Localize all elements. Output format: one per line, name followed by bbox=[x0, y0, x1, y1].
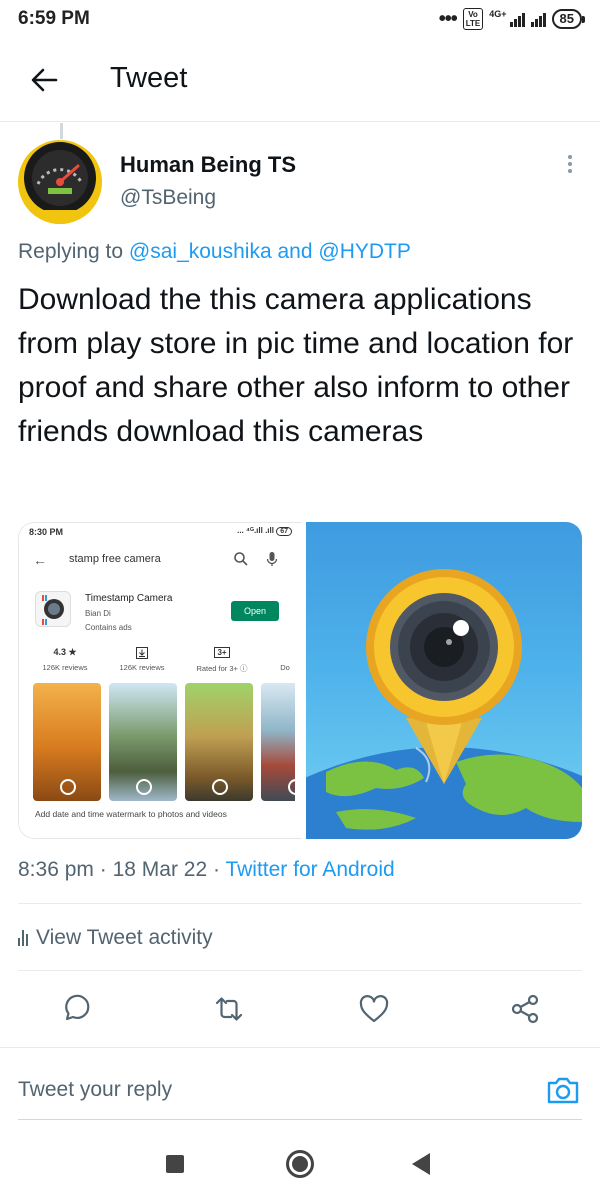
tweet-media[interactable]: 8:30 PM ... ⁴ᴳ.ıll .ıll 67 ← stamp free … bbox=[18, 522, 582, 839]
media-image-location-camera-logo[interactable] bbox=[296, 522, 582, 839]
embedded-status-time: 8:30 PM bbox=[29, 527, 64, 537]
meta-separator-2: · bbox=[212, 858, 220, 881]
avatar[interactable] bbox=[18, 140, 102, 224]
home-icon[interactable] bbox=[286, 1150, 314, 1178]
embedded-app-icon bbox=[35, 591, 71, 627]
reply-input[interactable]: Tweet your reply bbox=[18, 1078, 172, 1102]
recent-apps-icon[interactable] bbox=[166, 1155, 184, 1173]
embedded-reviews-stat: 126K reviews bbox=[107, 647, 177, 672]
embedded-shot-3 bbox=[185, 683, 253, 801]
embedded-caption: Add date and time watermark to photos an… bbox=[35, 809, 227, 819]
mention-link-2[interactable]: @HYDTP bbox=[318, 240, 411, 263]
tweet-source-link[interactable]: Twitter for Android bbox=[225, 858, 394, 881]
network-type-label: 4G+ bbox=[489, 9, 507, 19]
volte-icon: Vo LTE bbox=[462, 8, 484, 30]
status-bar: 6:59 PM ••• Vo LTE 4G+ 85 bbox=[0, 0, 600, 38]
divider bbox=[18, 970, 582, 971]
system-navigation-bar bbox=[0, 1128, 600, 1200]
system-icons: ••• Vo LTE 4G+ 85 bbox=[438, 6, 586, 32]
embedded-shot-1 bbox=[33, 683, 101, 801]
battery-icon: 85 bbox=[551, 9, 586, 29]
view-tweet-activity[interactable]: View Tweet activity bbox=[18, 923, 213, 953]
analytics-icon bbox=[18, 930, 28, 946]
embedded-open-button: Open bbox=[231, 601, 279, 621]
embedded-developer: Bian Di bbox=[85, 609, 111, 618]
arrow-left-icon[interactable] bbox=[26, 62, 62, 98]
reply-icon[interactable] bbox=[58, 992, 92, 1026]
tweet-meta: 8:36 pm · 18 Mar 22 · Twitter for Androi… bbox=[18, 858, 395, 882]
embedded-shot-4 bbox=[261, 683, 295, 801]
author-name[interactable]: Human Being TS bbox=[120, 152, 296, 178]
more-options-icon[interactable] bbox=[560, 152, 580, 182]
location-camera-globe-icon bbox=[296, 569, 582, 839]
page-title: Tweet bbox=[110, 62, 188, 94]
tweet-time: 8:36 pm bbox=[18, 858, 94, 881]
embedded-contains-ads: Contains ads bbox=[85, 623, 132, 632]
view-activity-label: View Tweet activity bbox=[36, 926, 213, 949]
embedded-status-icons: ... ⁴ᴳ.ıll .ıll 67 bbox=[237, 526, 292, 536]
embedded-rating-stat: 4.3 ★ 126K reviews bbox=[42, 647, 88, 672]
status-time: 6:59 PM bbox=[18, 8, 90, 29]
camera-icon[interactable] bbox=[546, 1074, 580, 1106]
embedded-back-icon: ← bbox=[33, 552, 47, 568]
replying-to: Replying to @sai_koushika and @HYDTP bbox=[18, 240, 411, 264]
embedded-search-icon bbox=[234, 552, 248, 566]
signal-icon-2 bbox=[530, 11, 546, 27]
thread-connector bbox=[60, 123, 63, 139]
embedded-extra-stat: Do bbox=[280, 663, 290, 672]
divider bbox=[18, 903, 582, 904]
retweet-icon[interactable] bbox=[212, 992, 246, 1026]
tweet-date: 18 Mar 22 bbox=[112, 858, 208, 881]
like-heart-icon[interactable] bbox=[357, 992, 391, 1026]
reply-composer: Tweet your reply bbox=[0, 1047, 600, 1127]
mention-link-1[interactable]: @sai_koushika bbox=[129, 240, 272, 263]
media-image-playstore-screenshot[interactable]: 8:30 PM ... ⁴ᴳ.ıll .ıll 67 ← stamp free … bbox=[18, 522, 302, 839]
speedometer-avatar-icon bbox=[18, 140, 102, 224]
mention-joiner: and bbox=[277, 240, 313, 263]
signal-icon bbox=[509, 11, 525, 27]
embedded-shot-2 bbox=[109, 683, 177, 801]
embedded-search-query: stamp free camera bbox=[69, 553, 161, 565]
replying-prefix: Replying to bbox=[18, 240, 124, 263]
nav-back-icon[interactable] bbox=[412, 1153, 430, 1175]
embedded-mic-icon bbox=[266, 552, 278, 566]
tweet-text: Download the this camera applications fr… bbox=[18, 283, 574, 448]
share-icon[interactable] bbox=[508, 992, 542, 1026]
meta-separator-1: · bbox=[99, 858, 107, 881]
top-app-bar: Tweet bbox=[0, 40, 600, 122]
tweet-actions bbox=[0, 986, 600, 1032]
embedded-screenshots-row bbox=[33, 683, 295, 801]
notification-dots-icon: ••• bbox=[438, 8, 458, 30]
reply-underline bbox=[18, 1119, 582, 1120]
embedded-app-name: Timestamp Camera bbox=[85, 593, 173, 604]
author-handle[interactable]: @TsBeing bbox=[120, 186, 216, 210]
embedded-age-stat: 3+ Rated for 3+ ⓘ bbox=[196, 647, 248, 673]
embedded-search-bar: ← stamp free camera bbox=[27, 545, 295, 575]
